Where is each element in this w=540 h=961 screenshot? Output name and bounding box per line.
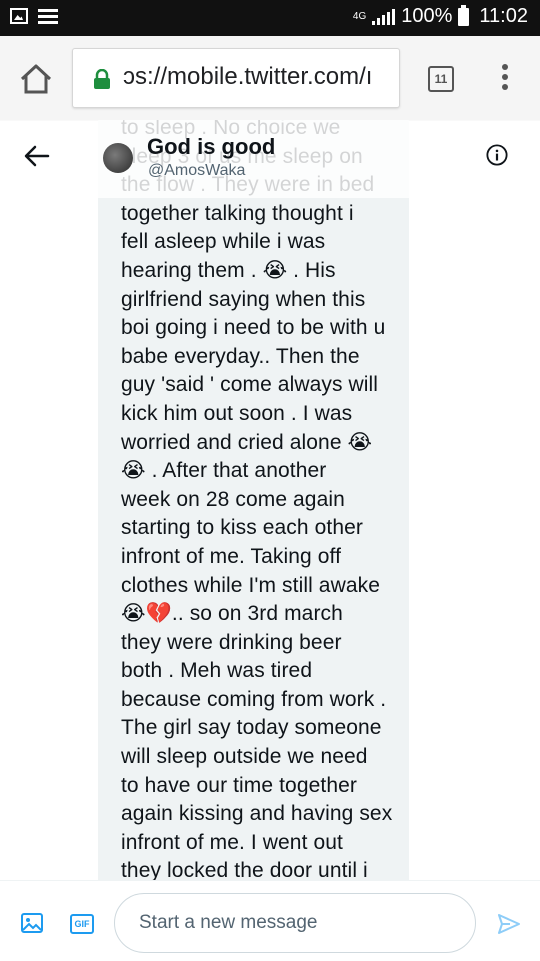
gif-button[interactable]: GIF [70,914,94,934]
list-notification-icon [38,8,58,24]
lock-icon [94,69,110,89]
clock: 11:02 [479,5,528,27]
message-thread[interactable]: to sleep . No choice wesleep 3 of us me … [0,120,540,880]
message-line: both . Meh was tired [121,659,313,683]
message-line: 😭💔.. so on 3rd march [121,602,343,626]
conversation-handle: @AmosWaka [148,162,246,179]
message-line: girlfriend saying when this [121,287,366,311]
signal-icon [372,8,396,25]
message-line: will sleep outside we need [121,745,368,769]
status-bar: 4G 100% 11:02 [0,0,540,36]
conversation-name[interactable]: God is good [147,134,275,160]
browser-toolbar: ɔs://mobile.twitter.com/ı 11 [0,36,540,121]
info-icon[interactable] [486,144,508,166]
back-arrow-icon[interactable] [24,144,50,168]
message-composer: GIF [0,880,540,961]
message-line: week on 28 come again [121,487,345,511]
message-line: fell asleep while i was [121,230,326,254]
home-icon[interactable] [18,62,54,96]
message-line: together talking thought i [121,201,354,225]
message-line: 😭 . After that another [121,459,327,483]
message-line: they were drinking beer [121,630,342,654]
tab-switcher-button[interactable]: 11 [428,66,454,92]
avatar[interactable] [103,143,133,173]
message-line: boi going i need to be with u [121,316,386,340]
message-line: The girl say today someone [121,716,382,740]
message-input[interactable] [114,893,476,953]
message-line: they locked the door until i [121,859,368,880]
message-line: to have our time together [121,773,357,797]
message-line: babe everyday.. Then the [121,344,360,368]
message-line: again kissing and having sex [121,802,393,826]
message-line: kick him out soon . I was [121,401,353,425]
address-bar[interactable]: ɔs://mobile.twitter.com/ı [72,48,400,108]
message-line: guy 'said ' come always will [121,373,379,397]
url-text: ɔs://mobile.twitter.com/ı [123,63,373,90]
battery-percent: 100% [401,5,453,27]
conversation-header: God is good @AmosWaka [0,120,540,198]
message-line: worried and cried alone 😭 [121,430,373,454]
message-line: because coming from work . [121,687,387,711]
more-menu-icon[interactable] [500,64,510,94]
message-text: to sleep . No choice wesleep 3 of us me … [121,120,393,880]
message-line: clothes while I'm still awake [121,573,381,597]
message-line: hearing them . 😭 . His [121,258,336,282]
image-icon[interactable] [20,911,44,935]
network-type: 4G [352,10,367,22]
battery-icon [458,4,470,26]
send-icon[interactable] [497,912,521,936]
gallery-notification-icon [10,8,28,24]
message-line: infront of me. Taking off [121,544,342,568]
message-line: infront of me. I went out [121,830,343,854]
message-line: starting to kiss each other [121,516,363,540]
